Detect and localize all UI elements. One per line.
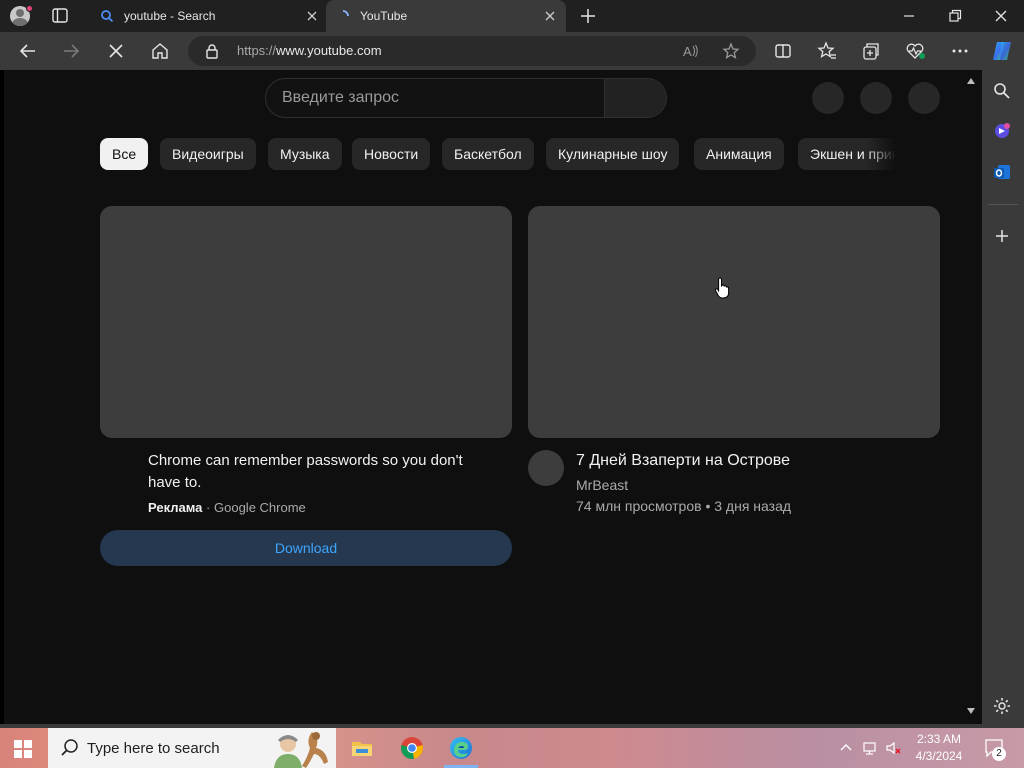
loading-icon (342, 10, 349, 17)
file-explorer-icon[interactable] (350, 736, 374, 760)
home-icon[interactable] (149, 40, 171, 62)
sidebar-divider (988, 204, 1018, 205)
ad-label: Реклама (148, 500, 203, 515)
ad-advertiser: Google Chrome (214, 500, 306, 515)
system-clock[interactable]: 2:33 AM 4/3/2024 (910, 731, 968, 765)
ad-separator: · (206, 500, 211, 515)
split-screen-icon[interactable] (772, 40, 794, 62)
lock-icon[interactable] (204, 43, 220, 59)
browser-toolbar: https://www.youtube.com A (0, 32, 1024, 70)
address-bar[interactable]: https://www.youtube.com A (188, 36, 756, 66)
collections-icon[interactable] (860, 40, 882, 62)
profile-avatar[interactable] (8, 4, 34, 28)
windows-start-icon[interactable] (14, 740, 32, 758)
ad-thumbnail[interactable] (100, 206, 512, 438)
video-thumbnail[interactable] (528, 206, 940, 438)
show-hidden-icons-chevron-icon[interactable] (838, 740, 854, 756)
page-scrollbar[interactable] (963, 70, 979, 724)
close-window-icon[interactable] (990, 6, 1012, 26)
favorites-icon[interactable] (816, 40, 838, 62)
back-arrow-icon[interactable] (17, 40, 39, 62)
ad-meta: Реклама · Google Chrome (148, 500, 306, 515)
browser-essentials-icon[interactable] (904, 40, 926, 62)
video-title[interactable]: 7 Дней Взаперти на Острове (576, 450, 790, 472)
edge-sidebar (982, 70, 1024, 724)
stop-loading-icon[interactable] (105, 40, 127, 62)
search-highlight-illustration-icon (274, 732, 328, 768)
search-box[interactable] (265, 78, 667, 118)
notification-count-badge: 2 (992, 747, 1006, 761)
profile-notification-dot (26, 5, 33, 12)
new-tab-icon[interactable] (578, 6, 598, 26)
youtube-page: Все Видеоигры Музыка Новости Баскетбол К… (4, 70, 982, 724)
chip-basketball[interactable]: Баскетбол (442, 138, 534, 170)
tab-actions-icon (52, 8, 68, 23)
notifications-button[interactable] (860, 82, 892, 114)
chip-cooking-shows[interactable]: Кулинарные шоу (546, 138, 680, 170)
chip-animation[interactable]: Анимация (694, 138, 784, 170)
clock-date: 4/3/2024 (915, 749, 963, 763)
channel-avatar[interactable] (528, 450, 564, 486)
scroll-down-icon[interactable] (967, 708, 975, 714)
hand-cursor-icon (714, 277, 730, 299)
restore-icon[interactable] (944, 6, 966, 26)
create-button[interactable] (812, 82, 844, 114)
tab-youtube-search[interactable]: youtube - Search (90, 0, 326, 32)
add-icon[interactable] (992, 226, 1012, 246)
copilot-icon[interactable] (989, 38, 1015, 64)
favorite-star-icon[interactable] (722, 42, 740, 60)
close-tab-icon[interactable] (542, 8, 558, 24)
stats-separator: • (705, 498, 711, 514)
svg-text:A: A (683, 44, 692, 59)
outlook-icon[interactable] (992, 162, 1012, 182)
tab-strip: youtube - Search YouTube (0, 0, 1024, 32)
ad-title[interactable]: Chrome can remember passwords so you don… (148, 450, 488, 494)
network-icon[interactable] (862, 740, 878, 756)
more-options-icon[interactable] (949, 40, 971, 62)
search-icon (101, 10, 114, 23)
copilot-design-icon[interactable] (992, 121, 1012, 141)
channel-name[interactable]: MrBeast (576, 477, 628, 493)
windows-taskbar: Type here to search 2:33 AM 4/3/2024 2 (0, 728, 1024, 768)
view-count: 74 млн просмотров (576, 498, 702, 514)
search-input[interactable] (266, 79, 604, 117)
chip-music[interactable]: Музыка (268, 138, 342, 170)
chip-all[interactable]: Все (100, 138, 149, 170)
category-chips: Все Видеоигры Музыка Новости Баскетбол К… (100, 138, 896, 170)
volume-muted-icon[interactable] (885, 740, 901, 756)
chip-news[interactable]: Новости (352, 138, 431, 170)
notification-center-button[interactable]: 2 (984, 738, 1008, 761)
upload-age: 3 дня назад (714, 498, 792, 514)
search-button[interactable] (604, 79, 666, 117)
close-tab-icon[interactable] (304, 8, 320, 24)
download-button[interactable]: Download (100, 530, 512, 566)
chips-fade (866, 138, 896, 170)
search-icon[interactable] (992, 81, 1012, 101)
account-avatar[interactable] (908, 82, 940, 114)
read-aloud-icon[interactable]: A (682, 42, 700, 60)
url-text[interactable]: https://www.youtube.com (237, 43, 382, 58)
edge-icon[interactable] (449, 736, 473, 760)
tab-youtube[interactable]: YouTube (326, 0, 566, 32)
video-stats: 74 млн просмотров • 3 дня назад (576, 498, 791, 514)
tab-title: youtube - Search (124, 9, 216, 23)
chip-videogames[interactable]: Видеоигры (160, 138, 256, 170)
tab-title: YouTube (360, 9, 408, 23)
forward-arrow-icon[interactable] (60, 40, 82, 62)
settings-gear-icon[interactable] (992, 696, 1012, 716)
minimize-icon[interactable] (898, 6, 920, 26)
taskbar-search-box[interactable]: Type here to search (48, 728, 336, 768)
search-icon (61, 739, 78, 756)
scroll-up-icon[interactable] (967, 78, 975, 84)
clock-time: 2:33 AM (916, 732, 962, 746)
taskbar-search-placeholder: Type here to search (87, 740, 220, 757)
chrome-icon[interactable] (400, 736, 424, 760)
tab-actions-button[interactable] (50, 7, 70, 25)
